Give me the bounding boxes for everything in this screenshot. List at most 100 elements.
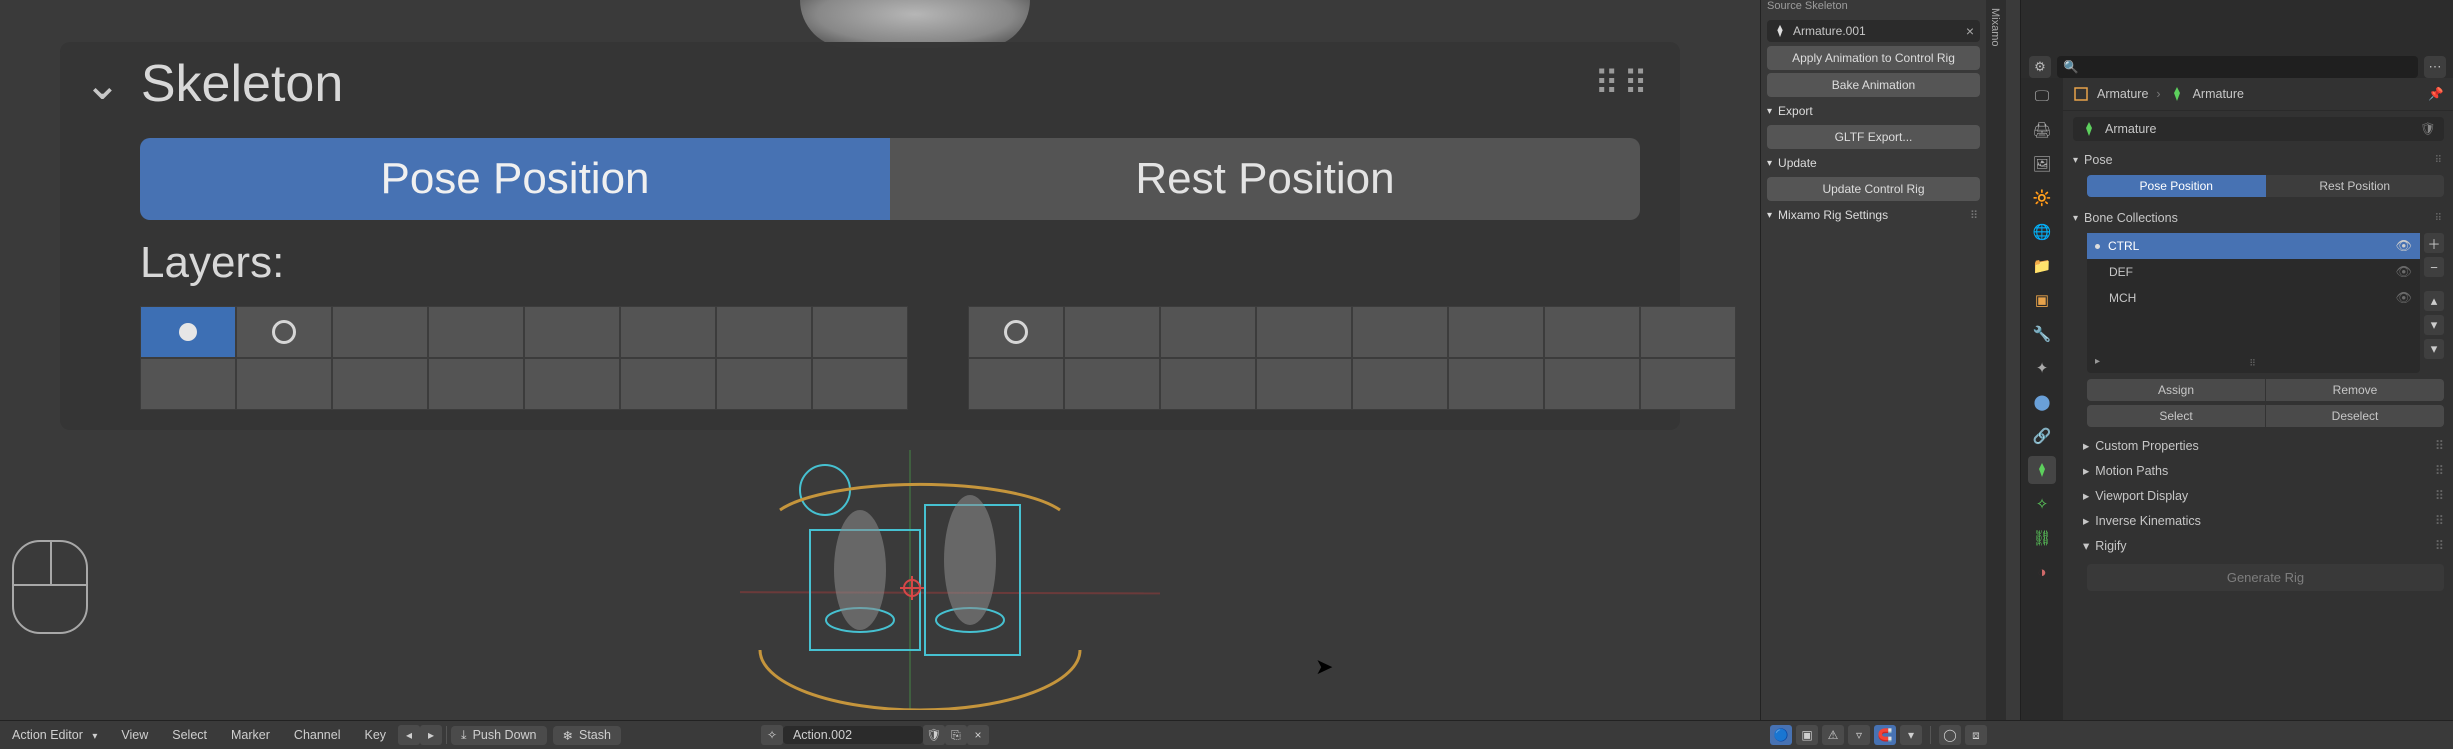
layer-cell[interactable] [524,358,620,410]
pose-position-tab[interactable]: Pose Position [140,138,890,220]
assign-button[interactable]: Assign [2087,379,2266,401]
tab-armature-icon[interactable] [2028,456,2056,484]
drag-handle-icon[interactable]: ⠿ [2435,213,2444,224]
layer-cell[interactable] [1544,306,1640,358]
menu-key[interactable]: Key [353,728,399,742]
editor-type-dropdown[interactable]: Action Editor ▾ [0,728,109,742]
tab-render-icon[interactable]: 🖵 [2028,82,2056,110]
layer-cell[interactable] [1160,358,1256,410]
panel-rigify-header[interactable]: ▾ Rigify ⠿ [2063,533,2453,558]
layer-cell[interactable] [716,306,812,358]
bone-collection-item[interactable]: MCH 👁 [2087,285,2420,311]
tab-world-icon[interactable]: 🌐 [2028,218,2056,246]
layer-cell[interactable] [1352,358,1448,410]
layer-cell[interactable] [140,358,236,410]
push-down-button[interactable]: ⤓ Push Down [451,726,546,745]
layer-cell[interactable] [1544,358,1640,410]
drag-handle-icon[interactable]: ⠿⠿ [1594,77,1652,91]
show-errors-icon[interactable]: ⚠ [1822,725,1844,745]
pin-icon[interactable]: 📌 [2428,87,2444,102]
panel-pose-header[interactable]: ▾ Pose ⠿ [2063,147,2453,173]
drag-handle-icon[interactable]: ⠿ [2435,155,2444,166]
auto-keying-icon[interactable]: 🔵 [1770,725,1792,745]
drag-handle-icon[interactable]: ⠿ [2435,488,2444,503]
eye-icon[interactable]: 👁 [2395,264,2412,280]
add-collection-button[interactable]: ＋ [2424,233,2444,253]
layer-cell[interactable] [968,306,1064,358]
armature-name-field[interactable]: Armature 🛡 [2073,117,2444,141]
layer-cell[interactable] [332,358,428,410]
update-control-rig-button[interactable]: Update Control Rig [1767,177,1980,201]
snapping-menu-icon[interactable]: ▾ [1900,725,1922,745]
layer-cell[interactable] [1160,306,1256,358]
update-section-header[interactable]: ▾ Update [1761,152,1986,174]
properties-search-input[interactable]: 🔍 [2057,56,2418,78]
caret-right-icon[interactable]: ▸ [420,725,442,745]
layer-cell[interactable] [140,306,236,358]
drag-handle-icon[interactable]: ⠿ [2435,513,2444,528]
layer-cell[interactable] [620,306,716,358]
layer-cell[interactable] [1064,306,1160,358]
panel-bone-collections-header[interactable]: ▾ Bone Collections ⠿ [2063,205,2453,231]
specials-menu-button[interactable]: ▾ [2424,339,2444,359]
tab-scene-icon[interactable]: 🔆 [2028,184,2056,212]
rest-position-tab[interactable]: Rest Position [890,138,1640,220]
mixamo-section-header[interactable]: ▾ Mixamo Rig Settings ⠿ [1761,204,1986,226]
layer-cell[interactable] [428,306,524,358]
markers-icon[interactable]: ⧈ [1965,725,1987,745]
tab-viewlayer-icon[interactable]: 🖼 [2028,150,2056,178]
layer-cell[interactable] [812,358,908,410]
remove-collection-button[interactable]: − [2424,257,2444,277]
drag-handle-icon[interactable]: ⠿ [2435,438,2444,453]
layer-cell[interactable] [1064,358,1160,410]
action-name-field[interactable]: Action.002 [783,726,923,744]
expand-icon[interactable]: ▸ [2095,356,2100,367]
panel-motion-paths-header[interactable]: ▸ Motion Paths ⠿ [2063,458,2453,483]
proportional-edit-icon[interactable]: ◯ [1939,725,1961,745]
tab-constraints-icon[interactable]: 🔗 [2028,422,2056,450]
breadcrumb-object[interactable]: Armature [2097,87,2148,101]
source-armature-field[interactable]: Armature.001 × [1767,20,1980,42]
viewport-3d[interactable]: ⌄ Skeleton ⠿⠿ Pose Position Rest Positio… [0,0,2020,736]
drag-handle-icon[interactable]: ⠿ [2249,358,2258,369]
layer-cell[interactable] [1640,306,1736,358]
action-browse-icon[interactable]: ✧ [761,725,783,745]
drag-handle-icon[interactable]: ⠿ [1970,209,1980,222]
clear-icon[interactable]: × [1966,23,1974,39]
chevron-down-icon[interactable]: ⌄ [84,59,121,110]
snapping-icon[interactable]: 🧲 [1874,725,1896,745]
gltf-export-button[interactable]: GLTF Export... [1767,125,1980,149]
deselect-button[interactable]: Deselect [2266,405,2444,427]
only-selected-icon[interactable]: ▣ [1796,725,1818,745]
caret-left-icon[interactable]: ◂ [398,725,420,745]
layer-cell[interactable] [428,358,524,410]
layer-cell[interactable] [524,306,620,358]
tab-particles-icon[interactable]: ✦ [2028,354,2056,382]
tab-collection-icon[interactable]: 📁 [2028,252,2056,280]
pose-position-button[interactable]: Pose Position [2087,175,2266,197]
drag-handle-icon[interactable]: ⠿ [2435,538,2444,553]
drag-handle-icon[interactable]: ⠿ [2435,463,2444,478]
layer-cell[interactable] [1256,306,1352,358]
tab-output-icon[interactable]: 🖨 [2028,116,2056,144]
layer-cell[interactable] [1256,358,1352,410]
move-down-button[interactable]: ▾ [2424,315,2444,335]
layer-cell[interactable] [1352,306,1448,358]
stash-button[interactable]: ❄ Stash [553,726,621,745]
layer-cell[interactable] [236,358,332,410]
tab-modifiers-icon[interactable]: 🔧 [2028,320,2056,348]
move-up-button[interactable]: ▴ [2424,291,2444,311]
tab-object-icon[interactable]: ▣ [2028,286,2056,314]
tab-bone-icon[interactable]: ✧ [2028,490,2056,518]
panel-custom-properties-header[interactable]: ▸ Custom Properties ⠿ [2063,433,2453,458]
bone-collection-item[interactable]: CTRL 👁 [2087,233,2420,259]
bake-animation-button[interactable]: Bake Animation [1767,73,1980,97]
select-button[interactable]: Select [2087,405,2266,427]
new-action-icon[interactable]: ⎘ [945,725,967,745]
layer-cell[interactable] [968,358,1064,410]
rest-position-button[interactable]: Rest Position [2266,175,2445,197]
n-panel-tab-mixamo[interactable]: Mixamo [1986,0,2004,55]
options-icon[interactable]: ⚙ [2029,56,2051,78]
panel-ik-header[interactable]: ▸ Inverse Kinematics ⠿ [2063,508,2453,533]
menu-marker[interactable]: Marker [219,728,282,742]
